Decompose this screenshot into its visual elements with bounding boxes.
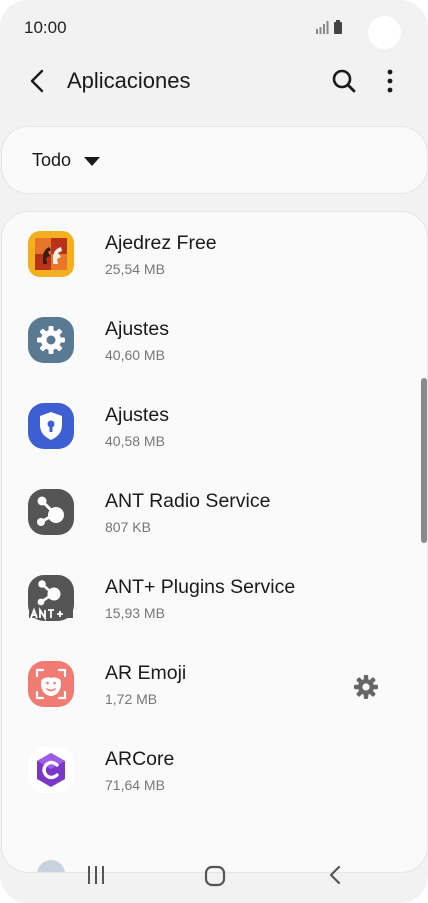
app-name: Ajedrez Free: [105, 232, 217, 254]
ant-radio-app-icon: [28, 489, 74, 535]
shield-lock-app-icon: [28, 403, 74, 449]
app-size: 807 KB: [105, 519, 151, 535]
filter-label: Todo: [32, 150, 72, 170]
list-item[interactable]: AR Emoji 1,72 MB: [2, 642, 427, 728]
app-name: ANT Radio Service: [105, 490, 271, 512]
settings-gear-app-icon: [28, 317, 74, 363]
status-bar: 10:00: [0, 0, 428, 56]
battery-icon: [334, 20, 342, 34]
list-item[interactable]: Ajedrez Free 25,54 MB: [2, 212, 427, 298]
app-name: Ajustes: [105, 318, 169, 340]
list-item[interactable]: ANT+ Plugins Service 15,93 MB: [2, 556, 427, 642]
app-size: 15,93 MB: [105, 605, 165, 621]
arcore-app-icon: [28, 747, 74, 793]
app-size: 71,64 MB: [105, 777, 165, 793]
signal-icon: [316, 21, 329, 34]
ant-plus-app-icon: [28, 575, 74, 622]
caret-down-icon: [84, 157, 100, 166]
nav-back-icon[interactable]: [324, 864, 346, 886]
search-icon[interactable]: [329, 66, 359, 96]
app-size: 1,72 MB: [105, 691, 158, 707]
navigation-bar: [0, 848, 428, 903]
scrollbar[interactable]: [421, 378, 427, 543]
app-bar: Aplicaciones: [0, 56, 428, 106]
app-size: 25,54 MB: [105, 261, 165, 277]
status-time: 10:00: [24, 18, 67, 37]
app-name: Ajustes: [105, 404, 169, 426]
app-size: 40,60 MB: [105, 347, 165, 363]
phone-screen: 10:00 Aplicaciones Todo Ajedrez Free 25,…: [0, 0, 428, 903]
home-icon[interactable]: [203, 864, 227, 888]
list-item[interactable]: ARCore 71,64 MB: [2, 728, 427, 814]
status-icons: [316, 20, 342, 34]
filter-dropdown[interactable]: Todo: [2, 127, 427, 193]
list-item[interactable]: Ajustes 40,60 MB: [2, 298, 427, 384]
gear-icon[interactable]: [351, 672, 381, 702]
chess-app-icon: [28, 231, 74, 277]
list-item[interactable]: ANT Radio Service 807 KB: [2, 470, 427, 556]
app-name: AR Emoji: [105, 662, 187, 684]
more-vert-icon[interactable]: [376, 66, 404, 96]
recents-icon[interactable]: [84, 864, 108, 886]
list-item[interactable]: Ajustes 40,58 MB: [2, 384, 427, 470]
app-size: 40,58 MB: [105, 433, 165, 449]
back-arrow-icon[interactable]: [24, 67, 52, 95]
camera-cutout: [368, 16, 401, 49]
app-name: ANT+ Plugins Service: [105, 576, 296, 598]
app-list: Ajedrez Free 25,54 MB Ajustes 40,60 MB A…: [2, 212, 427, 872]
ar-emoji-app-icon: [28, 661, 74, 707]
page-title: Aplicaciones: [67, 68, 191, 93]
app-name: ARCore: [105, 748, 175, 770]
